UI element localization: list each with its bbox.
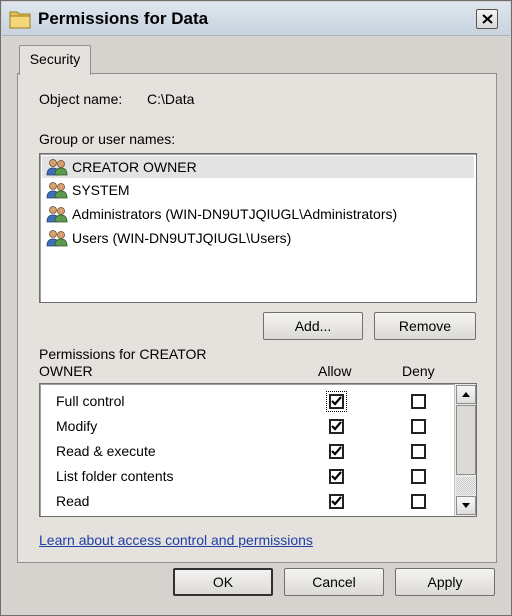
permission-label: Read <box>56 493 90 509</box>
permission-label: Full control <box>56 393 125 409</box>
group-user-names-label: Group or user names: <box>39 131 176 147</box>
list-item-creator-owner[interactable]: CREATOR OWNER <box>42 156 474 178</box>
window-title: Permissions for Data <box>38 9 209 28</box>
list-item-label: Administrators (WIN-DN9UTJQIUGL\Administ… <box>72 206 398 222</box>
list-item-system[interactable]: SYSTEM <box>42 179 474 201</box>
permission-row-full-control: Full control <box>40 390 454 415</box>
permission-row-read: Read <box>40 490 454 515</box>
deny-checkbox-list-folder-contents[interactable] <box>411 469 426 484</box>
deny-checkbox-full-control[interactable] <box>411 394 426 409</box>
cancel-button[interactable]: Cancel <box>284 568 384 596</box>
checkmark-icon <box>331 396 342 406</box>
checkmark-icon <box>331 446 342 456</box>
close-button[interactable] <box>476 9 498 29</box>
permission-row-read-execute: Read & execute <box>40 440 454 465</box>
arrow-down-icon <box>462 503 470 508</box>
deny-checkbox-read[interactable] <box>411 494 426 509</box>
permission-label: Modify <box>56 418 98 434</box>
users-group-icon <box>46 181 70 199</box>
users-group-icon <box>46 229 70 247</box>
list-item-label: Users (WIN-DN9UTJQIUGL\Users) <box>72 230 292 246</box>
allow-column-header: Allow <box>318 363 352 379</box>
object-name-value: C:\Data <box>147 91 195 107</box>
checkmark-icon <box>331 471 342 481</box>
scroll-track[interactable] <box>456 477 476 495</box>
permission-label: List folder contents <box>56 468 174 484</box>
title-bar[interactable]: Permissions for Data <box>2 2 510 36</box>
allow-checkbox-read[interactable] <box>329 494 344 509</box>
ok-button[interactable]: OK <box>173 568 273 596</box>
apply-button[interactable]: Apply <box>395 568 495 596</box>
permissions-dialog: Permissions for Data Security Object nam… <box>0 0 512 616</box>
list-item-label: SYSTEM <box>72 182 130 198</box>
allow-checkbox-read-execute[interactable] <box>329 444 344 459</box>
users-group-icon <box>46 158 70 176</box>
group-user-list[interactable]: CREATOR OWNER SYSTEM Administrators (WIN… <box>39 153 477 303</box>
list-item-users[interactable]: Users (WIN-DN9UTJQIUGL\Users) <box>42 227 474 249</box>
remove-button[interactable]: Remove <box>374 312 476 340</box>
object-name-label: Object name: <box>39 91 123 107</box>
list-item-label: CREATOR OWNER <box>72 159 197 175</box>
allow-checkbox-full-control[interactable] <box>326 391 347 412</box>
checkmark-icon <box>331 496 342 506</box>
permission-row-modify: Modify <box>40 415 454 440</box>
permission-row-list-folder-contents: List folder contents <box>40 465 454 490</box>
permissions-title-line1: Permissions for CREATOR <box>39 346 207 362</box>
permissions-title-line2: OWNER <box>39 363 93 379</box>
deny-checkbox-read-execute[interactable] <box>411 444 426 459</box>
folder-icon <box>8 8 32 30</box>
scroll-up-button[interactable] <box>456 385 476 404</box>
arrow-up-icon <box>462 392 470 397</box>
deny-checkbox-modify[interactable] <box>411 419 426 434</box>
permissions-scrollbar[interactable] <box>454 384 476 516</box>
scroll-thumb[interactable] <box>456 405 476 475</box>
list-item-administrators[interactable]: Administrators (WIN-DN9UTJQIUGL\Administ… <box>42 203 474 225</box>
permission-label: Read & execute <box>56 443 156 459</box>
allow-checkbox-modify[interactable] <box>329 419 344 434</box>
permissions-list: Full control Modify Read & execute List … <box>39 383 477 517</box>
scroll-down-button[interactable] <box>456 496 476 515</box>
checkmark-icon <box>331 421 342 431</box>
tab-security[interactable]: Security <box>19 45 91 75</box>
users-group-icon <box>46 205 70 223</box>
add-button[interactable]: Add... <box>263 312 363 340</box>
deny-column-header: Deny <box>402 363 435 379</box>
allow-checkbox-list-folder-contents[interactable] <box>329 469 344 484</box>
help-link[interactable]: Learn about access control and permissio… <box>39 532 313 548</box>
